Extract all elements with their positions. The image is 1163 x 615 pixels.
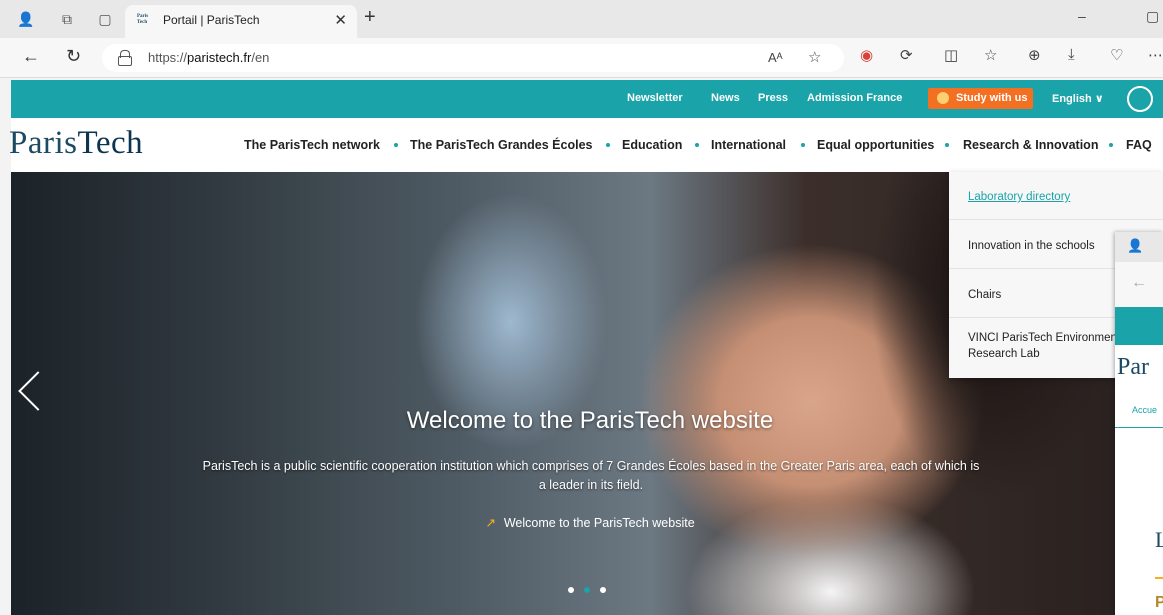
nav-paristech-network[interactable]: The ParisTech network	[244, 138, 380, 152]
back-icon[interactable]: ←	[22, 46, 40, 67]
carousel-prev-icon[interactable]	[18, 371, 58, 411]
language-selector[interactable]: English ∨	[1052, 92, 1104, 105]
second-browser-window[interactable]: 👤 ← Par Accue L P	[1115, 232, 1163, 615]
active-tab[interactable]: Paris Tech Portail | ParisTech ✕	[125, 5, 357, 38]
second-window-heading: L	[1155, 527, 1163, 552]
second-window-logo: Par	[1117, 354, 1149, 380]
favorites-icon[interactable]: ☆	[984, 46, 997, 64]
tab-actions-icon[interactable]: ▢	[95, 9, 115, 29]
performance-icon[interactable]: ♡	[1110, 46, 1123, 64]
nav-faq[interactable]: FAQ	[1126, 138, 1152, 152]
dropdown-item-laboratory-directory[interactable]: Laboratory directory	[949, 172, 1163, 220]
second-window-divider	[1115, 427, 1163, 428]
favorite-star-icon[interactable]: ☆	[808, 48, 821, 66]
carousel-dot-1[interactable]	[568, 587, 574, 593]
back-icon[interactable]: ←	[1131, 274, 1147, 292]
downloads-icon[interactable]: ⤓	[1068, 46, 1075, 63]
lock-icon[interactable]	[118, 50, 132, 66]
news-link[interactable]: News	[711, 92, 740, 104]
profile-icon[interactable]: 👤	[16, 9, 36, 29]
favicon-icon: Paris Tech	[137, 14, 149, 25]
copilot-icon[interactable]: ⟳	[900, 46, 913, 64]
nav-grandes-ecoles[interactable]: The ParisTech Grandes Écoles	[410, 138, 592, 152]
browser-tab-strip: 👤 ⧉ ▢ Paris Tech Portail | ParisTech ✕ +…	[0, 0, 1163, 38]
main-navigation: ParisTech The ParisTech network The Pari…	[9, 118, 1163, 172]
paristech-logo[interactable]: ParisTech	[9, 125, 143, 162]
external-link-icon: ↗	[485, 516, 496, 530]
hero-title: Welcome to the ParisTech website	[406, 407, 774, 434]
hero-link[interactable]: ↗ Welcome to the ParisTech website	[11, 515, 1115, 530]
press-link[interactable]: Press	[758, 92, 788, 104]
carousel-dot-2[interactable]	[584, 587, 590, 593]
nav-separator	[801, 143, 805, 147]
refresh-icon[interactable]: ↻	[66, 46, 81, 67]
url-text[interactable]: https://paristech.fr/en	[148, 50, 269, 65]
close-tab-icon[interactable]: ✕	[334, 11, 347, 29]
globe-icon	[937, 92, 949, 104]
carousel-dot-3[interactable]	[600, 587, 606, 593]
profile-icon[interactable]: 👤	[1127, 238, 1143, 254]
nav-separator	[1109, 143, 1113, 147]
nav-separator	[394, 143, 398, 147]
minimize-icon[interactable]: –	[1078, 8, 1086, 24]
second-window-accent-bar	[1155, 577, 1163, 579]
restore-icon[interactable]: ▢	[1146, 8, 1159, 25]
admission-france-link[interactable]: Admission France	[807, 92, 902, 104]
nav-separator	[945, 143, 949, 147]
address-bar[interactable]: https://paristech.fr/en Aᴬ ☆	[102, 44, 844, 72]
extension-icon[interactable]: ◉	[860, 46, 873, 64]
second-window-address-row: ←	[1115, 262, 1163, 307]
second-window-top-bar	[1115, 307, 1163, 345]
newsletter-link[interactable]: Newsletter	[627, 92, 683, 104]
study-with-us-button[interactable]: Study with us	[928, 88, 1033, 109]
second-window-text: P	[1155, 594, 1163, 611]
nav-research-innovation[interactable]: Research & Innovation	[963, 138, 1098, 152]
more-menu-icon[interactable]: ⋯	[1148, 46, 1163, 64]
second-window-tab-strip: 👤	[1115, 232, 1163, 262]
read-aloud-icon[interactable]: Aᴬ	[768, 50, 783, 65]
nav-separator	[606, 143, 610, 147]
nav-international[interactable]: International	[711, 138, 786, 152]
hero-description: ParisTech is a public scientific coopera…	[202, 459, 980, 492]
new-tab-icon[interactable]: +	[364, 6, 376, 29]
site-top-bar: Newsletter News Press Admission France S…	[11, 80, 1163, 118]
second-window-breadcrumb[interactable]: Accue	[1132, 405, 1157, 415]
nav-education[interactable]: Education	[622, 138, 682, 152]
split-screen-icon[interactable]: ◫	[944, 46, 958, 64]
nav-separator	[695, 143, 699, 147]
workspaces-icon[interactable]: ⧉	[57, 9, 77, 29]
collections-icon[interactable]: ⊕	[1028, 46, 1041, 64]
nav-equal-opportunities[interactable]: Equal opportunities	[817, 138, 934, 152]
tab-title: Portail | ParisTech	[163, 13, 260, 27]
search-icon[interactable]	[1127, 86, 1153, 112]
